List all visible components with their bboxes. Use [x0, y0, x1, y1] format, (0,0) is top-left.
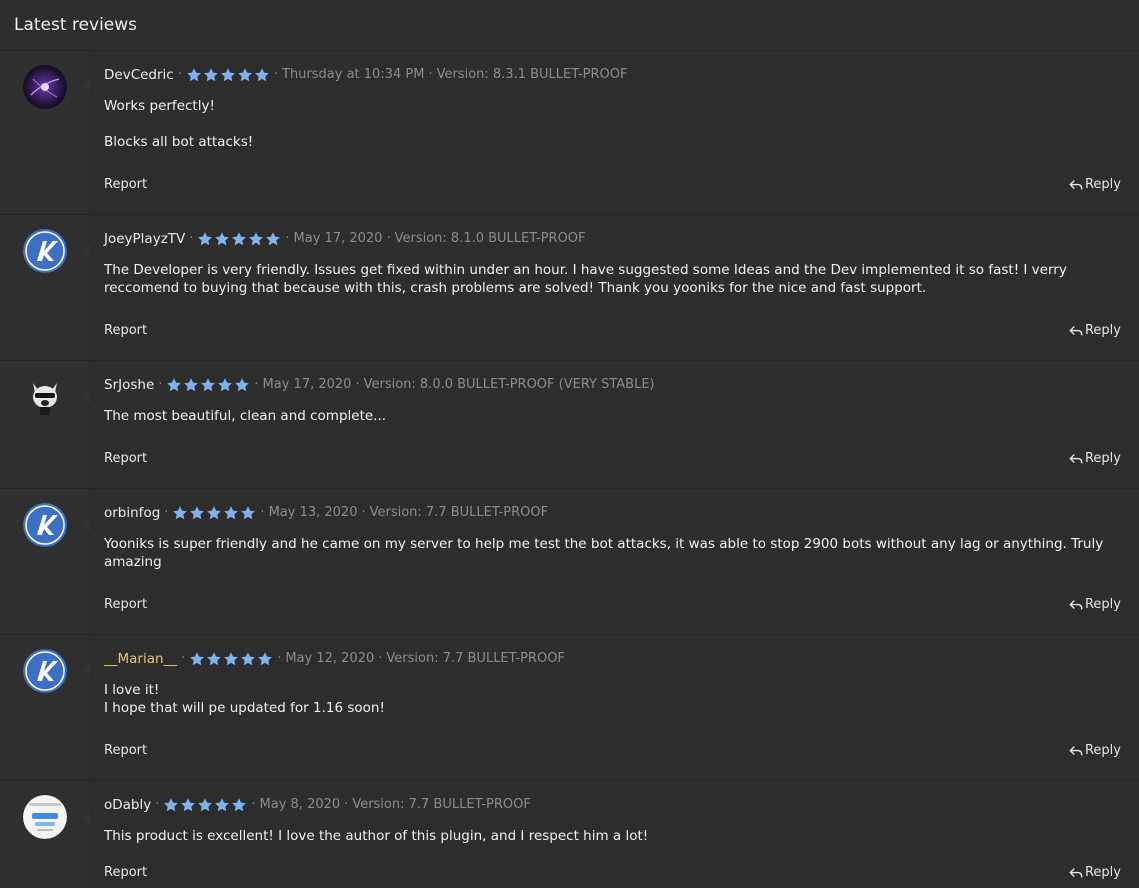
review-username[interactable]: JoeyPlayzTV — [104, 229, 185, 249]
star-icon — [173, 506, 188, 520]
reply-icon — [1069, 599, 1083, 609]
star-icon — [164, 798, 179, 812]
review-version: Version: 7.7 BULLET-PROOF — [352, 797, 531, 812]
k-logo-avatar-icon[interactable] — [23, 503, 67, 547]
review-item: DevCedric · · Thursday at 10:34 PM · Ver… — [0, 51, 1139, 215]
reply-button[interactable]: Reply — [1069, 743, 1121, 758]
review-username[interactable]: oDably — [104, 795, 151, 815]
review-item: __Marian__ · · May 12, 2020 · Version: 7… — [0, 635, 1139, 781]
star-icon — [224, 506, 239, 520]
review-item: JoeyPlayzTV · · May 17, 2020 · Version: … — [0, 215, 1139, 361]
star-icon — [249, 232, 264, 246]
report-link[interactable]: Report — [104, 865, 147, 880]
star-icon — [207, 652, 222, 666]
review-item: orbinfog · · May 13, 2020 · Version: 7.7… — [0, 489, 1139, 635]
star-rating — [197, 231, 281, 247]
review-body: The Developer is very friendly. Issues g… — [104, 262, 1067, 296]
star-icon — [181, 798, 196, 812]
star-icon — [203, 68, 218, 82]
reply-icon — [1069, 453, 1083, 463]
review-version: Version: 8.0.0 BULLET-PROOF (VERY STABLE… — [363, 377, 655, 392]
star-icon — [198, 798, 213, 812]
blue-card-avatar-icon[interactable] — [23, 795, 67, 839]
review-body: Yooniks is super friendly and he came on… — [104, 536, 1104, 570]
review-version: Version: 7.7 BULLET-PROOF — [386, 651, 565, 666]
star-icon — [190, 652, 205, 666]
star-icon — [258, 652, 273, 666]
reply-button[interactable]: Reply — [1069, 323, 1121, 338]
review-body: The most beautiful, clean and complete..… — [104, 408, 387, 424]
star-rating — [189, 651, 273, 667]
star-rating — [163, 797, 247, 813]
reply-icon — [1069, 867, 1083, 877]
star-icon — [237, 68, 252, 82]
star-icon — [198, 232, 213, 246]
review-date[interactable]: May 8, 2020 — [260, 795, 341, 815]
report-link[interactable]: Report — [104, 743, 147, 758]
review-item: oDably · · May 8, 2020 · Version: 7.7 BU… — [0, 781, 1139, 888]
reply-button[interactable]: Reply — [1069, 597, 1121, 612]
report-link[interactable]: Report — [104, 597, 147, 612]
review-date[interactable]: May 12, 2020 — [285, 649, 374, 669]
review-date[interactable]: May 13, 2020 — [269, 503, 358, 523]
latest-reviews-block: Latest reviews DevCedric · · Thursday at… — [0, 0, 1139, 888]
review-item: SrJoshe · · May 17, 2020 · Version: 8.0.… — [0, 361, 1139, 489]
star-icon — [167, 378, 182, 392]
block-title: Latest reviews — [0, 0, 1139, 51]
star-icon — [235, 378, 250, 392]
star-icon — [232, 232, 247, 246]
star-icon — [232, 798, 247, 812]
star-rating — [186, 67, 270, 83]
review-body: This product is excellent! I love the au… — [104, 828, 649, 844]
review-username[interactable]: orbinfog — [104, 503, 160, 523]
reply-icon — [1069, 325, 1083, 335]
k-logo-avatar-icon[interactable] — [23, 649, 67, 693]
k-logo-avatar-icon[interactable] — [23, 229, 67, 273]
star-icon — [201, 378, 216, 392]
review-username[interactable]: __Marian__ — [104, 649, 177, 669]
review-body: Works perfectly! Blocks all bot attacks! — [104, 98, 254, 150]
report-link[interactable]: Report — [104, 451, 147, 466]
star-icon — [207, 506, 222, 520]
raccoon-avatar-icon[interactable] — [23, 375, 67, 419]
star-icon — [241, 652, 256, 666]
star-icon — [215, 798, 230, 812]
review-username[interactable]: SrJoshe — [104, 375, 154, 395]
star-icon — [215, 232, 230, 246]
star-icon — [186, 68, 201, 82]
review-body: I love it! I hope that will pe updated f… — [104, 682, 385, 716]
reply-button[interactable]: Reply — [1069, 865, 1121, 880]
report-link[interactable]: Report — [104, 323, 147, 338]
review-date[interactable]: May 17, 2020 — [263, 375, 352, 395]
review-version: Version: 7.7 BULLET-PROOF — [369, 505, 549, 520]
report-link[interactable]: Report — [104, 177, 147, 192]
star-icon — [218, 378, 233, 392]
review-username[interactable]: DevCedric — [104, 65, 174, 85]
star-icon — [224, 652, 239, 666]
star-icon — [220, 68, 235, 82]
review-date[interactable]: Thursday at 10:34 PM — [282, 65, 424, 85]
review-version: Version: 8.1.0 BULLET-PROOF — [394, 231, 586, 246]
star-icon — [184, 378, 199, 392]
star-rating — [172, 505, 256, 521]
star-icon — [190, 506, 205, 520]
reply-button[interactable]: Reply — [1069, 451, 1121, 466]
review-version: Version: 8.3.1 BULLET-PROOF — [436, 67, 628, 82]
star-icon — [266, 232, 281, 246]
reply-icon — [1069, 745, 1083, 755]
reply-icon — [1069, 179, 1083, 189]
reply-button[interactable]: Reply — [1069, 177, 1121, 192]
star-icon — [241, 506, 256, 520]
review-date[interactable]: May 17, 2020 — [294, 229, 383, 249]
purple-lights-avatar-icon[interactable] — [23, 65, 67, 109]
star-icon — [254, 68, 269, 82]
star-rating — [166, 377, 250, 393]
